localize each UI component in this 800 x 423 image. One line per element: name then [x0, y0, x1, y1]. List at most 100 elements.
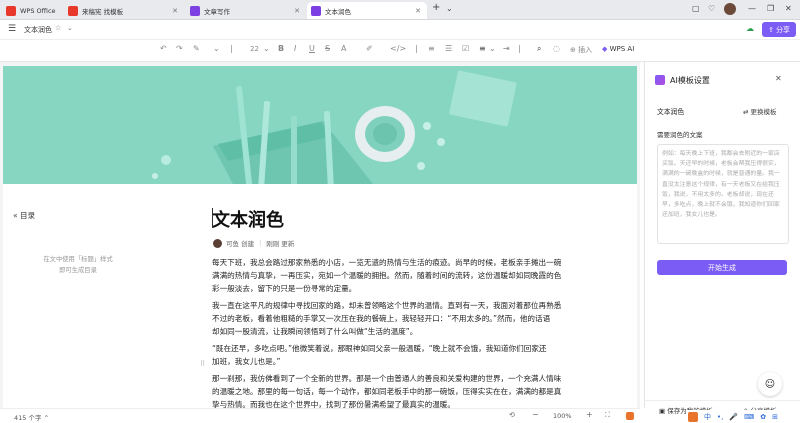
- outline-toggle[interactable]: « 目录: [13, 210, 35, 221]
- close-icon[interactable]: ✕: [775, 74, 782, 83]
- zoom-level[interactable]: 100%: [553, 412, 572, 420]
- chevron-down-icon[interactable]: ⌄: [446, 4, 453, 13]
- font-color-icon[interactable]: A: [341, 44, 346, 53]
- doc-icon: [311, 5, 321, 16]
- avatar[interactable]: [724, 3, 736, 15]
- font-size-select[interactable]: 22: [250, 45, 259, 53]
- drag-handle-icon[interactable]: ⠿: [200, 360, 205, 368]
- divider: |: [518, 44, 521, 53]
- paragraph[interactable]: 我一直在这平凡的规律中寻找回家的路，却未曾领略这个世界的温情。直到有一天，我面对…: [212, 299, 632, 338]
- menu-icon[interactable]: ☰: [8, 24, 16, 34]
- ime-language[interactable]: 中: [704, 412, 711, 422]
- word-count-label: 415 个字: [14, 414, 42, 422]
- indent-icon[interactable]: ⇥: [503, 44, 510, 53]
- ime-toolbar: 中 •, 🎤 ⌨ ✿ ⊞: [686, 410, 800, 423]
- edit-time: 刚刚 更新: [266, 240, 295, 248]
- close-window-button[interactable]: ✕: [785, 4, 792, 13]
- comment-icon[interactable]: ◌: [553, 44, 560, 53]
- zoom-in-button[interactable]: +: [586, 410, 593, 419]
- proofread-icon[interactable]: ⟲: [509, 411, 515, 419]
- punctuation-icon[interactable]: •,: [717, 413, 723, 421]
- chevron-down-icon[interactable]: ⌄: [263, 44, 270, 53]
- cover-illustration: [3, 66, 637, 184]
- word-count[interactable]: 415 个字 ⌃: [14, 412, 49, 422]
- app-badge-icon[interactable]: [626, 412, 634, 420]
- tab-label: 来稿宪 找模板: [82, 7, 124, 16]
- new-tab-button[interactable]: +: [432, 2, 440, 13]
- cloud-sync-icon[interactable]: ☁: [746, 24, 754, 33]
- tab-template[interactable]: 来稿宪 找模板 ✕: [64, 2, 184, 19]
- grid-icon[interactable]: ⊞: [772, 413, 778, 421]
- align-icon[interactable]: ≡: [479, 44, 486, 53]
- insert-button[interactable]: ⊕ 插入: [570, 45, 592, 55]
- wps-ai-button[interactable]: ◆ WPS AI: [602, 45, 634, 53]
- skin-icon[interactable]: ✿: [760, 413, 766, 421]
- keyboard-icon[interactable]: ⌨: [744, 413, 754, 421]
- italic-icon[interactable]: I: [294, 44, 296, 53]
- outline-hint-line: 即可生成目录: [59, 267, 97, 274]
- star-icon[interactable]: ☆: [55, 24, 61, 32]
- style-dropdown[interactable]: ⌄: [213, 44, 220, 53]
- paragraph-line: 彩一般淡去，留下的只是一份寻常的定量。: [212, 284, 357, 293]
- paragraph[interactable]: 每天下班，我总会路过那家熟悉的小店，一览无遗的热情与生活的痕迹。尚早的时候，老板…: [212, 256, 632, 295]
- ai-template-panel: AI模板设置 ✕ 文本润色 ⇄ 更换模板 需要润色的文案 例如：每天晚上下班，我…: [644, 62, 800, 415]
- tab-article-writing[interactable]: 文章写作 ✕: [186, 2, 306, 19]
- numbered-list-icon[interactable]: ☰: [445, 44, 452, 53]
- strikethrough-icon[interactable]: S: [325, 44, 330, 53]
- divider: [645, 400, 800, 401]
- checklist-icon[interactable]: ☑: [462, 44, 469, 53]
- paragraph-line: 加班，我女儿也是。”: [212, 357, 281, 366]
- change-template-label: 更换模板: [750, 108, 777, 116]
- close-icon[interactable]: ✕: [172, 7, 178, 15]
- zoom-out-button[interactable]: −: [532, 410, 539, 419]
- underline-icon[interactable]: U: [309, 44, 315, 53]
- doc-icon: [190, 5, 200, 16]
- restore-button[interactable]: ❐: [767, 4, 774, 13]
- document-content[interactable]: 每天下班，我总会路过那家熟悉的小店，一览无遗的热情与生活的痕迹。尚早的时候，老板…: [212, 256, 632, 408]
- chevron-down-icon[interactable]: ⌄: [489, 44, 496, 53]
- ai-logo-icon: [655, 75, 665, 85]
- format-painter-icon[interactable]: ✎: [193, 44, 200, 53]
- microphone-icon[interactable]: 🎤: [729, 413, 738, 421]
- ime-logo-icon[interactable]: [688, 411, 698, 422]
- paragraph-line: 满满的热情与真挚，一再压实，宛如一个温暖的拥抱。然而，随着时间的流转，这份温暖却…: [212, 271, 562, 280]
- save-icon: ▣: [659, 407, 666, 415]
- polish-text-input[interactable]: 例如：每天晚上下班，我都会去附近的一家店买饭。天还早的时候，老板会帮我压得很实，…: [657, 144, 789, 244]
- document-title[interactable]: 文本润色: [212, 206, 284, 232]
- search-icon[interactable]: ⌕: [537, 44, 541, 54]
- fullscreen-icon[interactable]: ⛶: [605, 411, 610, 420]
- paragraph-line: 却如同一股清流，让我瞬间领悟到了什么叫做“生活的温度”。: [212, 327, 418, 336]
- tab-text-polish[interactable]: 文本润色 ✕: [307, 2, 427, 19]
- menu-bar: ☰ 文本润色 ☆ ⌄ ☁ ⇪ 分享: [0, 20, 800, 40]
- generate-button[interactable]: 开始生成: [657, 260, 787, 275]
- paragraph-line: 的温暖之地。那里的每一句话，每一个动作，都如同老板手中的那一碗饭，压得实实在在，…: [212, 387, 562, 396]
- ai-icon: ◆: [602, 45, 608, 53]
- wps-ai-label: WPS AI: [609, 45, 635, 53]
- paragraph[interactable]: “既在还早，多吃点吧。”他微笑着说，那眼神如同父亲一般温暖，“晚上就不会饿，我知…: [212, 342, 632, 368]
- chevron-down-icon[interactable]: ⌄: [67, 24, 73, 32]
- paragraph-line: 我一直在这平凡的规律中寻找回家的路，却未曾领略这个世界的温情。直到有一天，我面对…: [212, 301, 562, 310]
- text-cursor: [212, 208, 213, 228]
- bullet-list-icon[interactable]: ≡: [428, 44, 435, 53]
- assistant-avatar-icon[interactable]: ☺: [758, 372, 782, 396]
- close-icon[interactable]: ✕: [415, 7, 421, 15]
- divider: |: [415, 44, 418, 53]
- paragraph-line: 不过的老板，看着他粗糙的手掌又一次压在我的餐碗上，我轻轻开口：“不用太多的。”然…: [212, 314, 551, 323]
- status-bar: 415 个字 ⌃ ⟲ − 100% + ⛶: [0, 408, 640, 423]
- tab-wps-office[interactable]: WPS Office: [2, 2, 62, 19]
- tab-bar: WPS Office 来稿宪 找模板 ✕ 文章写作 ✕ 文本润色 ✕ + ⌄ ▢…: [0, 0, 800, 20]
- share-button[interactable]: ⇪ 分享: [762, 22, 796, 37]
- change-template-button[interactable]: ⇄ 更换模板: [743, 106, 777, 116]
- paragraph[interactable]: 那一刹那，我仿佛看到了一个全新的世界。那是一个由普通人的善良和关爱构建的世界，一…: [212, 372, 632, 408]
- window-layout-icon[interactable]: ▢: [692, 4, 700, 13]
- skin-icon[interactable]: ♡: [708, 4, 715, 13]
- document-name[interactable]: 文本润色: [24, 25, 52, 35]
- minimize-button[interactable]: —: [748, 4, 756, 13]
- redo-icon[interactable]: ↷: [176, 44, 183, 53]
- highlight-icon[interactable]: ✐: [366, 44, 373, 53]
- code-icon[interactable]: </>: [390, 44, 406, 53]
- bold-icon[interactable]: B: [278, 44, 284, 53]
- undo-icon[interactable]: ↶: [160, 44, 167, 53]
- share-label: 分享: [775, 25, 790, 34]
- close-icon[interactable]: ✕: [294, 7, 300, 15]
